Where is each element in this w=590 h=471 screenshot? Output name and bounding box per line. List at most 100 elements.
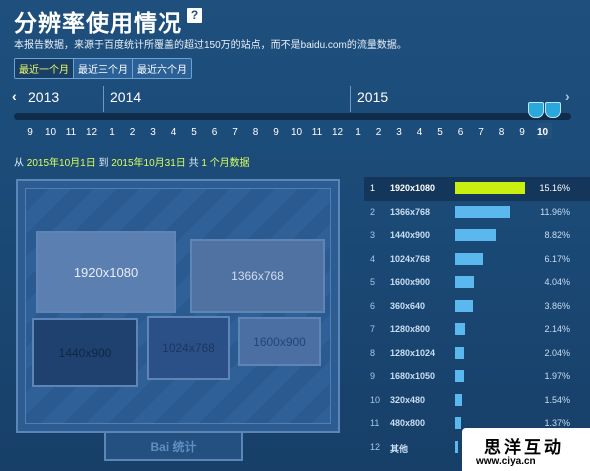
- ranking-percentage: 1.54%: [544, 394, 570, 405]
- month-tick[interactable]: 11: [307, 127, 327, 138]
- period-to-label: 到: [98, 158, 109, 169]
- month-tick[interactable]: 10: [287, 127, 307, 138]
- ranking-percentage: 8.82%: [544, 230, 570, 240]
- ranking-resolution-name: 1600x900: [390, 277, 431, 287]
- ranking-row[interactable]: 7 1280x800 2.14%: [364, 318, 590, 342]
- ranking-share-bar: [455, 417, 462, 429]
- range-start-handle[interactable]: [528, 102, 544, 118]
- period-start-date: 2015年10月1日: [26, 158, 96, 169]
- month-tick[interactable]: 9: [20, 127, 40, 138]
- ranking-percentage: 2.14%: [544, 324, 570, 334]
- resolution-box-1024x768[interactable]: 1024x768: [147, 316, 230, 380]
- range-button-1-month[interactable]: 最近一个月: [15, 59, 74, 78]
- ranking-share-bar: [455, 323, 465, 335]
- month-tick[interactable]: 8: [492, 127, 512, 138]
- ranking-share-bar: [455, 370, 465, 382]
- ranking-number: 8: [370, 347, 376, 358]
- range-end-handle[interactable]: [545, 102, 561, 118]
- ranking-row[interactable]: 8 1280x1024 2.04%: [364, 342, 590, 366]
- year-prev-arrow-icon[interactable]: ‹: [12, 88, 17, 104]
- year-label-2014[interactable]: 2014: [110, 89, 141, 105]
- ranking-row[interactable]: 1 1920x1080 15.16%: [364, 177, 590, 201]
- ranking-percentage: 1.97%: [544, 371, 570, 381]
- ranking-number: 2: [370, 206, 376, 217]
- resolution-box-1600x900[interactable]: 1600x900: [238, 317, 321, 366]
- timeline-track[interactable]: [14, 113, 571, 120]
- period-suffix: 个月数据: [209, 158, 250, 169]
- year-separator: [350, 86, 351, 112]
- ranking-number: 10: [370, 394, 381, 405]
- month-tick[interactable]: 7: [471, 127, 491, 138]
- resolution-box-1920x1080[interactable]: 1920x1080: [36, 231, 176, 313]
- ranking-share-bar: [455, 440, 458, 453]
- ranking-percentage: 15.16%: [539, 183, 570, 193]
- month-tick[interactable]: 6: [205, 127, 225, 138]
- month-tick[interactable]: 1: [348, 127, 368, 138]
- ranking-number: 4: [370, 253, 376, 264]
- year-label-2013[interactable]: 2013: [28, 89, 59, 105]
- ranking-row[interactable]: 6 360x640 3.86%: [364, 295, 590, 319]
- month-tick[interactable]: 8: [246, 127, 266, 138]
- ranking-percentage: 1.37%: [544, 418, 570, 428]
- period-total-label: 共: [188, 158, 199, 169]
- ranking-percentage: 4.04%: [544, 277, 570, 287]
- ranking-resolution-name: 1440x900: [390, 230, 431, 240]
- help-icon[interactable]: ?: [187, 8, 202, 23]
- ranking-resolution-name: 其他: [390, 443, 409, 454]
- period-end-date: 2015年10月31日: [111, 158, 186, 169]
- range-button-3-months[interactable]: 最近三个月: [74, 59, 133, 78]
- ranking-number: 5: [370, 277, 376, 287]
- year-label-2015[interactable]: 2015: [357, 89, 388, 105]
- ranking-resolution-name: 1280x1024: [390, 347, 436, 358]
- ranking-resolution-name: 1280x800: [390, 324, 431, 334]
- month-tick[interactable]: 3: [389, 127, 409, 138]
- ranking-number: 9: [370, 371, 376, 381]
- year-next-arrow-icon[interactable]: ›: [565, 88, 570, 104]
- resolution-box-1366x768[interactable]: 1366x768: [190, 239, 325, 313]
- month-tick[interactable]: 5: [184, 127, 204, 138]
- month-tick[interactable]: 12: [82, 127, 102, 138]
- month-tick[interactable]: 4: [410, 127, 430, 138]
- ranking-row[interactable]: 9 1680x1050 1.97%: [364, 365, 590, 389]
- month-tick[interactable]: 6: [451, 127, 471, 138]
- month-tick[interactable]: 10: [41, 127, 61, 138]
- period-month-count: 1: [201, 158, 207, 169]
- month-tick[interactable]: 9: [266, 127, 286, 138]
- ranking-share-bar: [455, 252, 484, 265]
- month-tick[interactable]: 2: [123, 127, 143, 138]
- month-tick[interactable]: 2: [369, 127, 389, 138]
- ranking-row[interactable]: 4 1024x768 6.17%: [364, 248, 590, 272]
- month-tick[interactable]: 7: [225, 127, 245, 138]
- month-tick[interactable]: 5: [430, 127, 450, 138]
- monitor-illustration: 1920x1080 1366x768 1440x900 1024x768 160…: [16, 179, 340, 433]
- ranking-percentage: 6.17%: [544, 253, 570, 264]
- resolution-box-1440x900[interactable]: 1440x900: [32, 318, 138, 387]
- month-tick[interactable]: 11: [61, 127, 81, 138]
- watermark-title: 思洋互动: [484, 438, 564, 458]
- page-title: 分辨率使用情况: [14, 10, 182, 36]
- month-tick[interactable]: 3: [143, 127, 163, 138]
- ranking-number: 11: [370, 418, 380, 428]
- month-tick[interactable]: 10: [533, 127, 553, 138]
- ranking-number: 6: [370, 300, 376, 311]
- ranking-row[interactable]: 5 1600x900 4.04%: [364, 271, 590, 295]
- ranking-resolution-name: 1024x768: [390, 253, 431, 264]
- range-button-6-months[interactable]: 最近六个月: [133, 59, 191, 78]
- month-tick[interactable]: 4: [164, 127, 184, 138]
- resolution-ranking-list: 1 1920x1080 15.16% 2 1366x768 11.96% 3 1440x900…: [364, 177, 590, 459]
- period-from-label: 从: [14, 158, 24, 169]
- ranking-share-bar: [455, 299, 473, 312]
- ranking-share-bar: [455, 393, 463, 406]
- ranking-resolution-name: 1920x1080: [390, 183, 436, 193]
- ranking-row[interactable]: 2 1366x768 11.96%: [364, 201, 590, 225]
- year-separator: [103, 86, 104, 112]
- monitor-brand-logo: Bai 统计: [104, 433, 243, 461]
- ranking-row[interactable]: 10 320x480 1.54%: [364, 389, 590, 413]
- month-tick[interactable]: 9: [512, 127, 532, 138]
- month-tick[interactable]: 1: [102, 127, 122, 138]
- ranking-resolution-name: 1680x1050: [390, 371, 436, 381]
- monitor-screen: 1920x1080 1366x768 1440x900 1024x768 160…: [25, 188, 331, 424]
- ranking-resolution-name: 360x640: [390, 300, 426, 311]
- ranking-row[interactable]: 3 1440x900 8.82%: [364, 224, 590, 248]
- month-tick[interactable]: 12: [328, 127, 348, 138]
